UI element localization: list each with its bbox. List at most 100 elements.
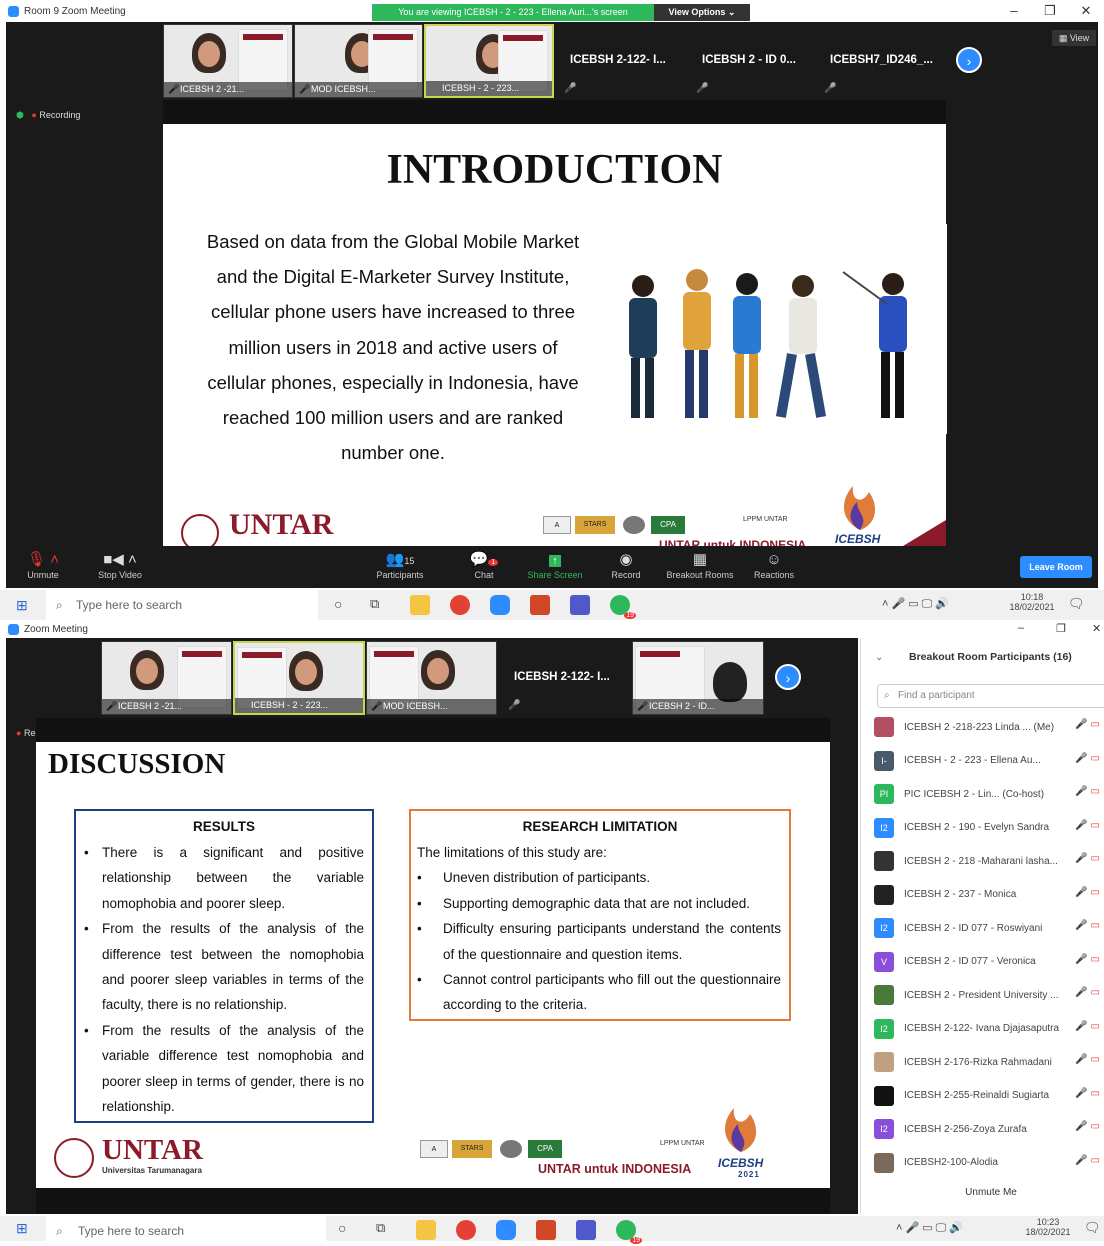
record-button[interactable]: ◉ Record — [606, 550, 646, 580]
clock[interactable]: 10:18 18/02/2021 — [1006, 592, 1058, 612]
taskbar-search-input[interactable]: ⌕ Type here to search — [46, 1216, 326, 1241]
collapse-chevron-icon[interactable]: ⌄ — [875, 652, 883, 663]
leave-room-button[interactable]: Leave Room — [1020, 556, 1092, 578]
video-thumbnail-active-speaker[interactable]: ICEBSH - 2 - 223... — [233, 641, 365, 715]
bullet: • — [417, 870, 422, 886]
participant-row[interactable]: ICEBSH 2 - President University ... 🎤 ▭ — [874, 980, 1104, 1010]
breakout-rooms-button[interactable]: ▦ Breakout Rooms — [662, 550, 738, 580]
participant-row[interactable]: ICEBSH 2-255-Reinaldi Sugiarta 🎤 ▭ — [874, 1081, 1104, 1111]
participant-avatar: I2 — [874, 1018, 894, 1039]
minimize-button[interactable]: – — [1018, 622, 1024, 634]
mic-video-status-icon[interactable]: 🎤 ▭ — [1075, 1121, 1100, 1132]
video-thumbnail[interactable]: 🎤 ICEBSH 2 -21... — [163, 24, 293, 98]
unmute-button[interactable]: 🎙 ˄ Unmute — [20, 550, 66, 580]
next-page-arrow-icon[interactable]: › — [775, 664, 801, 690]
cortana-icon[interactable]: ○ — [338, 1220, 346, 1236]
result-item: • From the results of the analysis of the… — [84, 1018, 364, 1120]
video-thumbnail-active-speaker[interactable]: ICEBSH - 2 - 223... — [424, 24, 554, 98]
mic-muted-icon: 🎤 — [564, 83, 577, 94]
powerpoint-icon[interactable] — [530, 595, 550, 615]
video-thumbnail[interactable]: 🎤 MOD ICEBSH... — [294, 24, 423, 98]
close-button[interactable]: ✕ — [1092, 622, 1101, 635]
minimize-button[interactable]: – — [996, 0, 1032, 22]
participants-button[interactable]: 👥15 Participants — [372, 550, 428, 580]
participant-name-tile[interactable]: ICEBSH 2 - ID 0... 🎤 — [688, 24, 818, 98]
participant-row[interactable]: ICEBSH 2-176-Rizka Rahmadani 🎤 ▭ — [874, 1047, 1104, 1077]
mic-video-status-icon[interactable]: 🎤 ▭ — [1075, 954, 1100, 965]
reactions-button[interactable]: ☺ Reactions — [750, 550, 798, 580]
participant-name-tile[interactable]: ICEBSH 2-122- I... 🎤 — [556, 24, 686, 98]
whatsapp-icon[interactable]: 19 — [610, 595, 636, 619]
stop-video-button[interactable]: ■◀ ˄ Stop Video — [90, 550, 150, 580]
mic-video-status-icon[interactable]: 🎤 ▭ — [1075, 753, 1100, 764]
powerpoint-icon[interactable] — [536, 1220, 556, 1240]
chrome-icon[interactable] — [450, 595, 470, 615]
chat-button[interactable]: 💬 1 Chat — [468, 550, 500, 580]
mic-video-status-icon[interactable]: 🎤 ▭ — [1075, 987, 1100, 998]
mic-video-status-icon[interactable]: 🎤 ▭ — [1075, 820, 1100, 831]
tray-icons[interactable]: ˄ 🎤 ▭ 🖵 🔊 — [896, 1221, 963, 1235]
person-face — [198, 41, 220, 67]
teams-icon[interactable] — [570, 595, 590, 615]
mic-video-status-icon[interactable]: 🎤 ▭ — [1075, 853, 1100, 864]
windows-start-icon[interactable]: ⊞ — [16, 597, 28, 614]
zoom-icon[interactable] — [490, 595, 510, 615]
participant-avatar: I2 — [874, 1119, 894, 1139]
mic-video-status-icon[interactable]: 🎤 ▭ — [1075, 920, 1100, 931]
task-view-icon[interactable]: ⧉ — [370, 596, 379, 612]
participant-row[interactable]: V ICEBSH 2 - ID 077 - Veronica 🎤 ▭ — [874, 947, 1104, 977]
mic-video-status-icon[interactable]: 🎤 ▭ — [1075, 1088, 1100, 1099]
participant-name-tile[interactable]: ICEBSH 2-122- I... 🎤 — [500, 641, 630, 715]
person-hair — [713, 662, 747, 702]
mic-video-status-icon[interactable]: 🎤 ▭ — [1075, 887, 1100, 898]
participant-name: ICEBSH 2-122- I... — [514, 671, 610, 683]
participant-row[interactable]: I- ICEBSH - 2 - 223 - Ellena Au... 🎤 ▭ — [874, 746, 1104, 776]
zoom-icon[interactable] — [496, 1220, 516, 1240]
notification-icon[interactable]: 🗨 — [1068, 596, 1085, 612]
next-page-arrow-icon[interactable]: › — [956, 47, 982, 73]
participant-row[interactable]: I2 ICEBSH 2-122- Ivana Djajasaputra 🎤 ▭ — [874, 1014, 1104, 1044]
mic-video-status-icon[interactable]: 🎤 ▭ — [1075, 1155, 1100, 1166]
window-title: Room 9 Zoom Meeting — [24, 5, 126, 17]
participant-row[interactable]: I2 ICEBSH 2 - ID 077 - Roswiyani 🎤 ▭ — [874, 913, 1104, 943]
cortana-icon[interactable]: ○ — [334, 596, 342, 612]
participant-search-input[interactable]: ⌕ Find a participant — [877, 684, 1104, 708]
file-explorer-icon[interactable] — [416, 1220, 436, 1240]
participant-row[interactable]: I2 ICEBSH 2 - 190 - Evelyn Sandra 🎤 ▭ — [874, 813, 1104, 843]
windows-start-icon[interactable]: ⊞ — [16, 1220, 28, 1237]
participant-row[interactable]: ICEBSH2-100-Alodia 🎤 ▭ — [874, 1148, 1104, 1178]
whatsapp-icon[interactable]: 19 — [616, 1220, 642, 1244]
person-face — [136, 658, 158, 684]
participant-row[interactable]: ICEBSH 2 -218-223 Linda ... (Me) 🎤 ▭ — [874, 712, 1104, 742]
share-screen-label: Share Screen — [527, 570, 583, 580]
view-button[interactable]: ▦ View — [1052, 30, 1096, 46]
close-button[interactable]: ✕ — [1068, 0, 1104, 22]
chrome-icon[interactable] — [456, 1220, 476, 1240]
maximize-button[interactable]: ❐ — [1056, 622, 1066, 635]
mic-video-status-icon[interactable]: 🎤 ▭ — [1075, 1021, 1100, 1032]
share-screen-button[interactable]: ↑ Share Screen — [524, 550, 586, 580]
file-explorer-icon[interactable] — [410, 595, 430, 615]
mic-video-status-icon[interactable]: 🎤 ▭ — [1075, 719, 1100, 730]
task-view-icon[interactable]: ⧉ — [376, 1220, 385, 1236]
unmute-me-button[interactable]: Unmute Me — [943, 1184, 1039, 1202]
thumbnail-label: ICEBSH 2 -21... — [164, 82, 292, 97]
participant-row[interactable]: ICEBSH 2 - 218 -Maharani lasha... 🎤 ▭ — [874, 846, 1104, 876]
tray-icons[interactable]: ˄ 🎤 ▭ 🖵 🔊 — [882, 597, 949, 611]
participant-row[interactable]: ICEBSH 2 - 237 - Monica 🎤 ▭ — [874, 880, 1104, 910]
view-options-button[interactable]: View Options ⌄ — [654, 4, 750, 21]
taskbar-search-input[interactable]: ⌕ Type here to search — [46, 590, 318, 620]
mic-video-status-icon[interactable]: 🎤 ▭ — [1075, 1054, 1100, 1065]
bottom-title-bar: Zoom Meeting – ❐ ✕ — [0, 620, 1104, 638]
video-thumbnail[interactable]: 🎤 MOD ICEBSH... — [366, 641, 497, 715]
teams-icon[interactable] — [576, 1220, 596, 1240]
clock[interactable]: 10:23 18/02/2021 — [1022, 1217, 1074, 1237]
mic-video-status-icon[interactable]: 🎤 ▭ — [1075, 786, 1100, 797]
participant-row[interactable]: I2 ICEBSH 2-256-Zoya Zurafa 🎤 ▭ — [874, 1114, 1104, 1144]
video-thumbnail[interactable]: 🎤 ICEBSH 2 -21... — [101, 641, 232, 715]
participant-name-tile[interactable]: ICEBSH7_ID246_... 🎤 — [816, 24, 946, 98]
participant-row[interactable]: PI PIC ICEBSH 2 - Lin... (Co-host) 🎤 ▭ — [874, 779, 1104, 809]
notification-icon[interactable]: 🗨 — [1084, 1220, 1101, 1236]
video-thumbnail[interactable]: 🎤 ICEBSH 2 - ID... — [632, 641, 764, 715]
maximize-button[interactable]: ❐ — [1032, 0, 1068, 22]
